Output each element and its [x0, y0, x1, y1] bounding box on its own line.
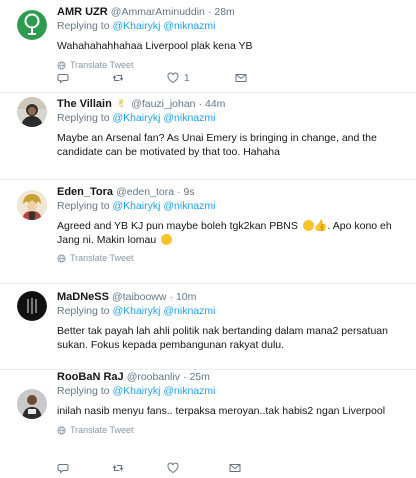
replying-to: Replying to @Khairykj @niknazmi	[57, 385, 408, 398]
replying-to: Replying to @Khairykj @niknazmi	[57, 200, 408, 213]
mention-link[interactable]: @Khairykj	[112, 200, 160, 212]
message-button[interactable]	[235, 72, 247, 84]
timestamp[interactable]: · 25m	[183, 371, 210, 383]
dark-logo-icon	[17, 291, 47, 321]
avatar[interactable]	[17, 97, 47, 127]
user-handle[interactable]: @taibooww	[112, 291, 166, 303]
replying-label: Replying to	[57, 20, 113, 32]
kissing-face-emoji-icon	[161, 233, 173, 245]
tweet-text: Wahahahahhahaa Liverpool plak kena YB	[57, 40, 253, 52]
mention-link[interactable]: @niknazmi	[163, 20, 215, 32]
translate-label: Translate Tweet	[70, 253, 134, 263]
tweet-header: MaDNeSS @taibooww · 10m	[57, 290, 408, 304]
retweet-button[interactable]	[112, 462, 124, 474]
person-photo-icon	[17, 389, 47, 419]
replying-to: Replying to @Khairykj @niknazmi	[57, 112, 408, 125]
timestamp[interactable]: · 9s	[177, 186, 195, 198]
reply-button[interactable]	[57, 72, 69, 84]
tweet-item[interactable]: RooBaN RaJ @roobanliv · 25m Replying to …	[0, 370, 416, 478]
tweet-header: RooBaN RaJ @roobanliv · 25m	[57, 370, 408, 384]
retweet-icon	[112, 75, 124, 81]
mention-link[interactable]: @niknazmi	[163, 385, 215, 397]
translate-tweet[interactable]: Translate Tweet	[57, 60, 408, 71]
timestamp[interactable]: · 44m	[199, 98, 226, 110]
reply-feed: AMR UZR @AmmarAminuddin · 28m Replying t…	[0, 0, 416, 478]
tree-avatar-icon	[17, 10, 47, 40]
tweet-item[interactable]: The Villain ✌ @fauzi_johan · 44m Replyin…	[0, 93, 416, 180]
globe-icon	[57, 60, 66, 70]
reply-button[interactable]	[57, 462, 69, 474]
tweet-text: Maybe an Arsenal fan? As Unai Emery is b…	[57, 132, 377, 158]
globe-icon	[57, 254, 66, 263]
tweet-text: Agreed and YB KJ pun maybe boleh tgk2kan…	[57, 220, 408, 247]
avatar[interactable]	[17, 190, 47, 220]
mention-link[interactable]: @Khairykj	[112, 20, 160, 32]
mention-link[interactable]: @niknazmi	[163, 112, 215, 124]
timestamp[interactable]: · 10m	[170, 291, 197, 303]
message-button[interactable]	[229, 462, 241, 474]
display-name[interactable]: RooBaN RaJ	[57, 371, 124, 383]
envelope-icon	[235, 74, 247, 82]
thumbs-up-emoji-icon: 👍	[313, 220, 328, 232]
person-photo-icon	[17, 97, 47, 127]
translate-label: Translate Tweet	[70, 59, 134, 70]
tweet-item[interactable]: AMR UZR @AmmarAminuddin · 28m Replying t…	[0, 0, 416, 93]
tweet-text-part: Agreed and YB KJ pun maybe boleh tgk2kan…	[57, 220, 298, 232]
like-button[interactable]: 1	[167, 72, 190, 84]
user-handle[interactable]: @AmmarAminuddin	[111, 6, 205, 18]
grinning-face-emoji-icon	[302, 220, 314, 231]
replying-label: Replying to	[57, 385, 113, 397]
victory-hand-emoji: ✌	[116, 98, 127, 110]
avatar[interactable]	[17, 10, 47, 40]
tweet-item[interactable]: Eden_Tora @eden_tora · 9s Replying to @K…	[0, 180, 416, 284]
translate-label: Translate Tweet	[70, 424, 134, 435]
mention-link[interactable]: @Khairykj	[112, 305, 160, 317]
reply-icon	[57, 74, 69, 84]
translate-tweet[interactable]: Translate Tweet	[57, 425, 408, 436]
envelope-icon	[229, 464, 241, 472]
replying-to: Replying to @Khairykj @niknazmi	[57, 305, 408, 318]
tweet-header: Eden_Tora @eden_tora · 9s	[57, 185, 408, 199]
display-name[interactable]: MaDNeSS	[57, 291, 109, 303]
replying-label: Replying to	[57, 112, 113, 124]
translate-tweet[interactable]: Translate Tweet	[57, 253, 408, 264]
tweet-item[interactable]: MaDNeSS @taibooww · 10m Replying to @Kha…	[0, 284, 416, 370]
retweet-icon	[112, 465, 124, 471]
replying-label: Replying to	[57, 305, 113, 317]
reply-icon	[57, 464, 69, 474]
user-handle[interactable]: @fauzi_johan	[131, 98, 195, 110]
timestamp[interactable]: · 28m	[208, 6, 235, 18]
mention-link[interactable]: @Khairykj	[112, 385, 160, 397]
replying-label: Replying to	[57, 200, 113, 212]
avatar[interactable]	[17, 389, 47, 419]
user-handle[interactable]: @roobanliv	[127, 371, 180, 383]
display-name[interactable]: AMR UZR	[57, 6, 108, 18]
display-name[interactable]: The Villain	[57, 98, 112, 110]
heart-icon	[167, 72, 179, 84]
tweet-header: AMR UZR @AmmarAminuddin · 28m	[57, 5, 408, 19]
mention-link[interactable]: @Khairykj	[112, 112, 160, 124]
tweet-header: The Villain ✌ @fauzi_johan · 44m	[57, 97, 408, 111]
like-button[interactable]	[167, 462, 179, 474]
display-name[interactable]: Eden_Tora	[57, 186, 113, 198]
heart-icon	[167, 462, 179, 474]
avatar[interactable]	[17, 291, 47, 321]
mention-link[interactable]: @niknazmi	[163, 200, 215, 212]
retweet-button[interactable]	[112, 72, 124, 84]
mention-link[interactable]: @niknazmi	[163, 305, 215, 317]
replying-to: Replying to @Khairykj @niknazmi	[57, 20, 408, 33]
tweet-text: inilah nasib menyu fans.. terpaksa meroy…	[57, 405, 386, 417]
like-count: 1	[184, 72, 190, 84]
anime-character-icon	[17, 190, 47, 220]
globe-icon	[57, 425, 66, 435]
user-handle[interactable]: @eden_tora	[116, 186, 174, 198]
tweet-text: Better tak payah lah ahli politik nak be…	[57, 325, 388, 351]
